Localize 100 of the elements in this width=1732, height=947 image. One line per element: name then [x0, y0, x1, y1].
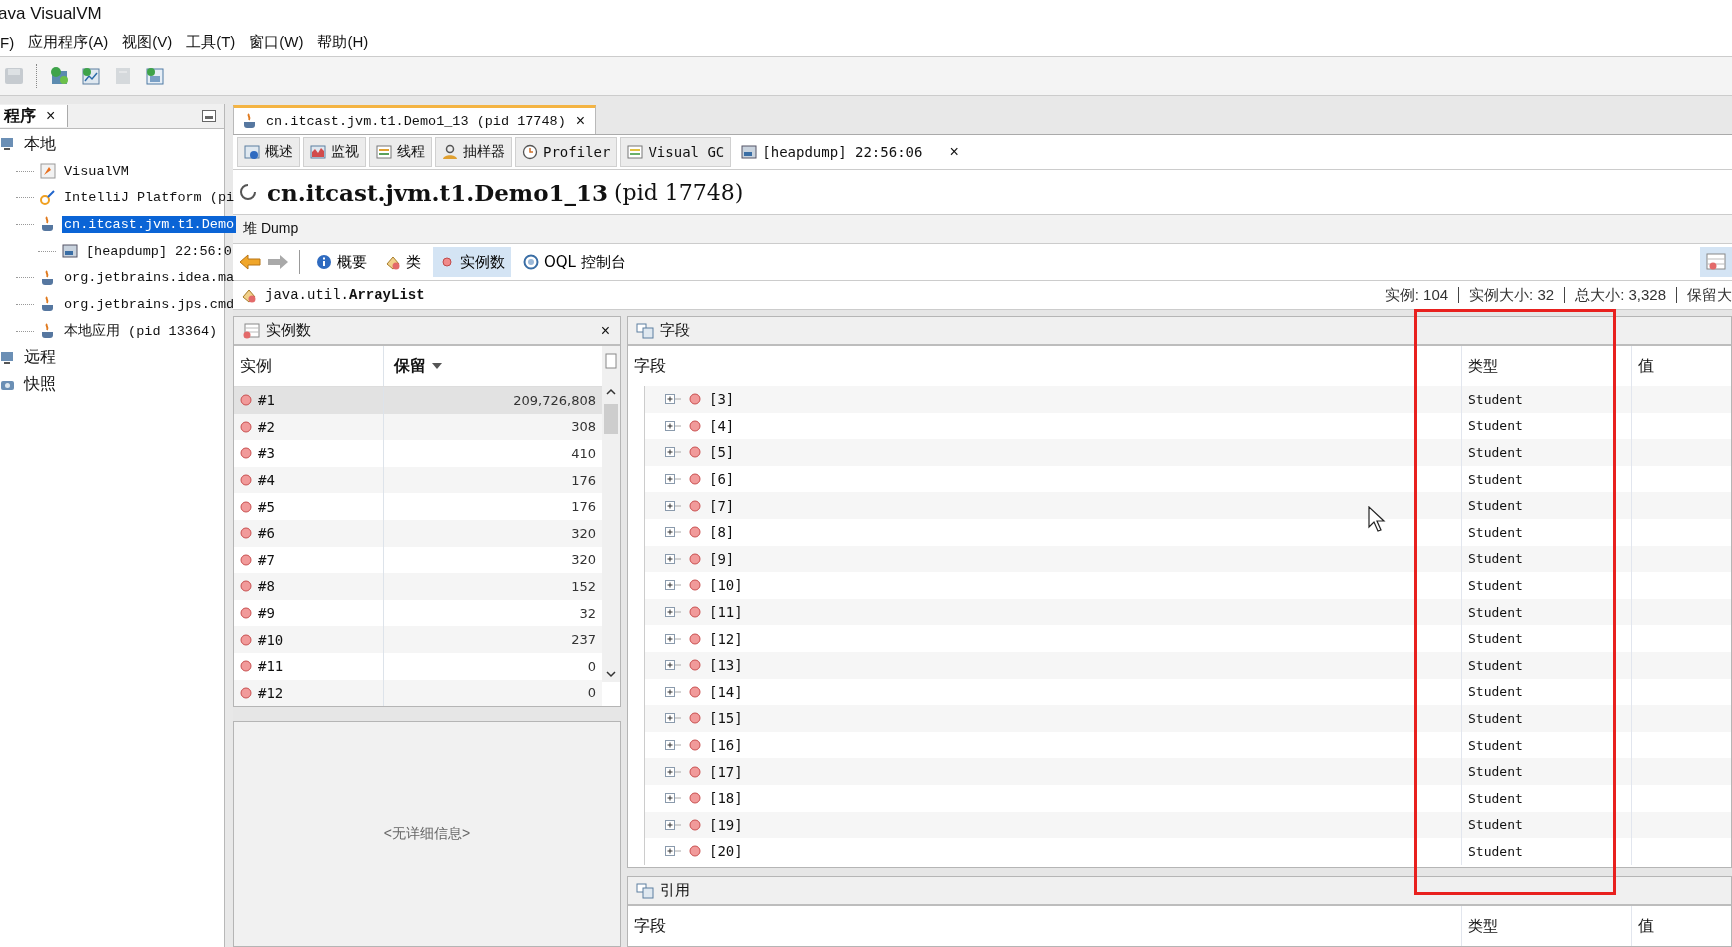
expand-icon[interactable] [665, 685, 681, 698]
close-icon[interactable]: × [44, 108, 58, 124]
instance-icon [689, 393, 701, 406]
expand-icon[interactable] [665, 579, 681, 592]
table-row[interactable]: #2 308 [234, 413, 602, 441]
table-row[interactable]: #4 176 [234, 466, 602, 494]
expand-icon[interactable] [665, 845, 681, 858]
tree-item[interactable]: org.jetbrains.jps.cmd [62, 295, 237, 313]
instance-icon [689, 446, 701, 459]
instance-icon [240, 447, 252, 460]
table-cell: [6] [709, 471, 735, 488]
expand-icon[interactable] [665, 792, 681, 805]
computer-icon [0, 349, 16, 366]
scrollbar-drawing[interactable] [602, 346, 620, 682]
expand-icon[interactable] [665, 393, 681, 406]
tab[interactable]: 线程 [369, 137, 432, 167]
grid-icon [1706, 253, 1726, 271]
tab[interactable]: Visual GC [620, 137, 732, 167]
tree-item[interactable]: org.jetbrains.idea.ma [62, 269, 237, 287]
expand-icon[interactable] [665, 473, 681, 486]
view-button[interactable]: OQL 控制台 [517, 247, 632, 277]
column-header[interactable]: 类型 [1461, 906, 1631, 946]
expand-icon[interactable] [665, 818, 681, 831]
menu-item[interactable]: 帮助(H) [317, 30, 369, 54]
tree-item[interactable]: [heapdump] 22:56:0 [84, 242, 234, 260]
sort-arrow-icon [432, 363, 442, 369]
tree-item[interactable]: cn.itcast.jvm.t1.Demo [62, 215, 237, 233]
table-row[interactable]: #10 237 [234, 626, 602, 653]
instance-icon [439, 254, 455, 270]
expand-icon[interactable] [665, 632, 681, 645]
tree-item[interactable]: VisualVM [62, 162, 131, 180]
minimize-icon[interactable] [202, 110, 216, 122]
heap-dump-icon [741, 144, 758, 160]
menu-item[interactable]: 视图(V) [122, 30, 173, 54]
view-button[interactable]: 概要 [310, 247, 373, 277]
table-row[interactable]: #12 0 [234, 679, 602, 707]
expand-icon[interactable] [665, 526, 681, 539]
instance-icon [240, 580, 252, 593]
view-button[interactable]: 类 [379, 247, 427, 277]
tab[interactable]: 监视 [303, 137, 366, 167]
loading-icon [239, 183, 257, 201]
instance-icon [689, 632, 701, 645]
instance-icon [240, 607, 252, 620]
table-cell: [11] [709, 604, 743, 621]
table-row[interactable]: #3 410 [234, 440, 602, 467]
expand-icon[interactable] [665, 712, 681, 725]
view-button[interactable]: 实例数 [433, 247, 511, 277]
layout-button[interactable] [1700, 247, 1732, 277]
heap-dump-icon [62, 243, 78, 260]
expand-icon[interactable] [665, 659, 681, 672]
tree-item[interactable]: 远程 [22, 346, 58, 370]
table-cell-text: 152 [570, 578, 597, 594]
info-icon [316, 254, 332, 270]
tree-item[interactable]: 本地应用 (pid 13364) [62, 321, 220, 342]
close-icon[interactable]: × [598, 322, 612, 339]
tab[interactable]: 概述 [237, 137, 300, 167]
tree-item[interactable]: 本地 [22, 132, 58, 156]
menu-item[interactable]: 工具(T) [186, 30, 236, 54]
table-row[interactable]: #1 209,726,808 [234, 387, 602, 414]
table-cell: Student [1461, 811, 1631, 839]
instance-icon [240, 660, 252, 673]
expand-icon[interactable] [665, 739, 681, 751]
table-cell: [8] [709, 524, 735, 541]
fields-icon [636, 322, 654, 339]
expand-icon[interactable] [665, 606, 681, 619]
sidebar-tab[interactable]: 程序 × [0, 105, 69, 127]
column-header[interactable]: 保留 [384, 346, 602, 386]
expand-icon[interactable] [665, 499, 681, 512]
table-row[interactable]: #11 0 [234, 652, 602, 680]
column-header[interactable]: 字段 [628, 346, 1461, 386]
gc-icon [627, 144, 644, 160]
table-cell: [15] [709, 710, 743, 727]
expand-icon[interactable] [665, 552, 681, 565]
back-arrow-icon[interactable] [239, 253, 261, 271]
tab[interactable]: 抽样器 [435, 137, 512, 167]
tab[interactable]: Profiler [515, 137, 618, 167]
expand-icon[interactable] [665, 765, 681, 778]
close-icon[interactable]: × [573, 113, 588, 129]
table-cell-text: 237 [570, 632, 597, 648]
forward-arrow-icon[interactable] [267, 253, 289, 271]
tree-item[interactable]: IntelliJ Platform (pi [62, 189, 237, 207]
document-tab[interactable]: cn.itcast.jvm.t1.Demo1_13 (pid 17748) × [233, 105, 597, 134]
close-icon[interactable]: × [947, 144, 961, 160]
column-header[interactable]: 字段 [628, 906, 1461, 946]
expand-icon[interactable] [665, 419, 681, 432]
table-row[interactable]: #8 152 [234, 573, 602, 600]
table-row[interactable]: #5 176 [234, 493, 602, 520]
column-header[interactable]: 值 [1631, 906, 1731, 946]
menu-item[interactable]: 窗口(W) [249, 30, 304, 54]
document-icon [113, 66, 133, 86]
column-header[interactable]: 实例 [234, 346, 384, 386]
menu-item[interactable]: F) [0, 31, 15, 53]
menu-item[interactable]: 应用程序(A) [28, 30, 109, 54]
computer-icon [0, 136, 16, 153]
expand-icon[interactable] [665, 446, 681, 459]
table-cell: Student [1461, 758, 1631, 785]
fields-icon [636, 882, 654, 899]
table-row[interactable]: #6 320 [234, 519, 602, 547]
table-cell: #3 [258, 445, 275, 462]
tree-item[interactable]: 快照 [22, 373, 58, 397]
